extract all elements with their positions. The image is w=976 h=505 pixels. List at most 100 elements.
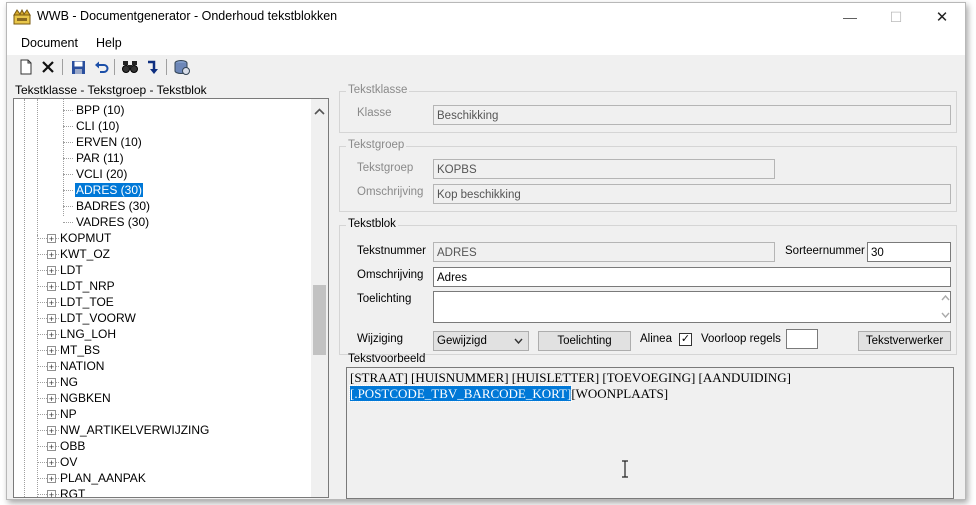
expand-icon[interactable]: + <box>47 250 56 260</box>
expand-icon[interactable]: + <box>47 362 56 372</box>
tree-group-label[interactable]: LDT_VOORW <box>59 310 137 326</box>
tree-view[interactable]: BPP (10) CLI (10) ERVEN (10) PAR (11) VC… <box>13 98 329 498</box>
tree-line <box>37 235 38 497</box>
expand-icon[interactable]: + <box>47 394 56 404</box>
tree-item[interactable]: PAR (11) <box>75 150 125 166</box>
save-button[interactable] <box>68 58 88 76</box>
tree-line <box>63 158 73 159</box>
toelichting-button[interactable]: Toelichting <box>538 331 631 351</box>
expand-icon[interactable]: + <box>47 266 56 276</box>
menu-bar: Document Help <box>7 31 965 55</box>
tree-item-label: NP <box>60 407 77 421</box>
undo-button[interactable] <box>91 58 111 76</box>
tree-item[interactable]: VADRES (30) <box>75 214 150 230</box>
expand-icon[interactable]: + <box>47 458 56 468</box>
close-button[interactable]: ✕ <box>919 3 965 31</box>
tree-group-label[interactable]: NG <box>59 374 79 390</box>
find-icon <box>122 61 138 73</box>
wijziging-label: Wijziging <box>357 333 404 345</box>
minimize-button[interactable]: — <box>827 3 873 31</box>
expand-icon[interactable]: + <box>47 234 56 244</box>
tree-group-label[interactable]: OBB <box>59 438 86 454</box>
tree-group-label[interactable]: PLAN_AANPAK <box>59 470 147 486</box>
tree-group-label[interactable]: NATION <box>59 358 105 374</box>
tree-line <box>63 190 73 191</box>
tree-group-label[interactable]: KWT_OZ <box>59 246 111 262</box>
database-button[interactable] <box>172 58 192 76</box>
alinea-label: Alinea <box>640 333 672 345</box>
expand-icon[interactable]: + <box>47 330 56 340</box>
tekstklasse-title: Tekstklasse <box>346 84 410 96</box>
tree-group-label[interactable]: NP <box>59 406 78 422</box>
sorteernummer-input[interactable]: 30 <box>867 242 951 262</box>
expand-icon[interactable]: + <box>47 490 56 497</box>
tree-item-label: PAR (11) <box>76 151 124 165</box>
tree-group-label[interactable]: RGT <box>59 486 86 497</box>
tree-line <box>63 110 73 111</box>
tree-item-label: LNG_LOH <box>60 327 117 341</box>
scrollbar-thumb[interactable] <box>313 285 326 355</box>
tree-item-label: PLAN_AANPAK <box>60 471 146 485</box>
expand-icon[interactable]: + <box>47 474 56 484</box>
new-document-button[interactable] <box>16 58 36 76</box>
tree-scrollbar[interactable] <box>311 99 328 497</box>
tree-group-label[interactable]: LDT_NRP <box>59 278 116 294</box>
tree-group-label[interactable]: NGBKEN <box>59 390 112 406</box>
scroll-up-icon[interactable] <box>314 108 325 115</box>
preview-line-2: [.POSTCODE_TBV_BARCODE_KORT][WOONPLAATS] <box>348 385 669 402</box>
tree-item-label: VADRES (30) <box>76 215 150 229</box>
expand-icon[interactable]: + <box>47 378 56 388</box>
tree-item[interactable]: VCLI (20) <box>75 166 128 182</box>
omschrijving-input[interactable]: Adres <box>433 267 951 287</box>
toelichting-scroll-down-icon[interactable] <box>941 312 950 318</box>
expand-icon[interactable]: + <box>47 314 56 324</box>
tree-line <box>63 174 73 175</box>
delete-button[interactable] <box>38 58 58 76</box>
tekstverwerker-button[interactable]: Tekstverwerker <box>858 331 951 351</box>
jump-icon <box>148 60 158 74</box>
tree-group-label[interactable]: KOPMUT <box>59 230 112 246</box>
expand-icon[interactable]: + <box>47 298 56 308</box>
tree-group-label[interactable]: LDT <box>59 262 84 278</box>
tree-item-label: LDT_VOORW <box>60 311 136 325</box>
tree-line <box>37 99 38 235</box>
expand-icon[interactable]: + <box>47 282 56 292</box>
expand-icon[interactable]: + <box>47 442 56 452</box>
preview-line-2-rest: [WOONPLAATS] <box>571 386 669 401</box>
voorloop-regels-input[interactable] <box>786 329 818 349</box>
tree-group-label[interactable]: MT_BS <box>59 342 101 358</box>
maximize-button[interactable]: ☐ <box>873 3 919 31</box>
tree-item-label: MT_BS <box>60 343 101 357</box>
toelichting-textarea[interactable] <box>433 291 951 323</box>
menu-help[interactable]: Help <box>96 36 122 50</box>
tree-item[interactable]: BPP (10) <box>75 102 125 118</box>
expand-icon[interactable]: + <box>47 346 56 356</box>
jump-button[interactable] <box>143 58 163 76</box>
wijziging-select[interactable]: Gewijzigd <box>433 331 529 351</box>
tree-item[interactable]: CLI (10) <box>75 118 120 134</box>
tree-item-selected[interactable]: ADRES (30) <box>73 182 145 198</box>
toolbar-separator <box>166 59 167 75</box>
find-button[interactable] <box>120 58 140 76</box>
preview-selection: [.POSTCODE_TBV_BARCODE_KORT] <box>348 385 573 402</box>
expand-icon[interactable]: + <box>47 426 56 436</box>
database-icon <box>174 59 190 75</box>
tree-item-label: LDT_NRP <box>60 279 115 293</box>
tree-item[interactable]: BADRES (30) <box>75 198 151 214</box>
tree-item[interactable]: ERVEN (10) <box>75 134 143 150</box>
toolbar-separator <box>62 59 63 75</box>
tekstgroep-label: Tekstgroep <box>357 162 414 174</box>
tree-group-label[interactable]: LNG_LOH <box>59 326 117 342</box>
tree-item-label: ADRES (30) <box>73 182 145 198</box>
expand-icon[interactable]: + <box>47 410 56 420</box>
alinea-checkbox[interactable]: ✓ <box>679 333 692 346</box>
tree-group-label[interactable]: LDT_TOE <box>59 294 115 310</box>
tree-group-label[interactable]: NW_ARTIKELVERWIJZING <box>59 422 210 438</box>
tekstvoorbeeld-area[interactable]: [STRAAT] [HUISNUMMER] [HUISLETTER] [TOEV… <box>346 367 954 499</box>
tree-item-label: KOPMUT <box>60 231 112 245</box>
tree-group-label[interactable]: OV <box>59 454 78 470</box>
delete-icon <box>42 61 54 73</box>
menu-document[interactable]: Document <box>21 36 78 50</box>
toelichting-scroll-up-icon[interactable] <box>941 295 950 301</box>
klasse-field: Beschikking <box>433 105 951 125</box>
